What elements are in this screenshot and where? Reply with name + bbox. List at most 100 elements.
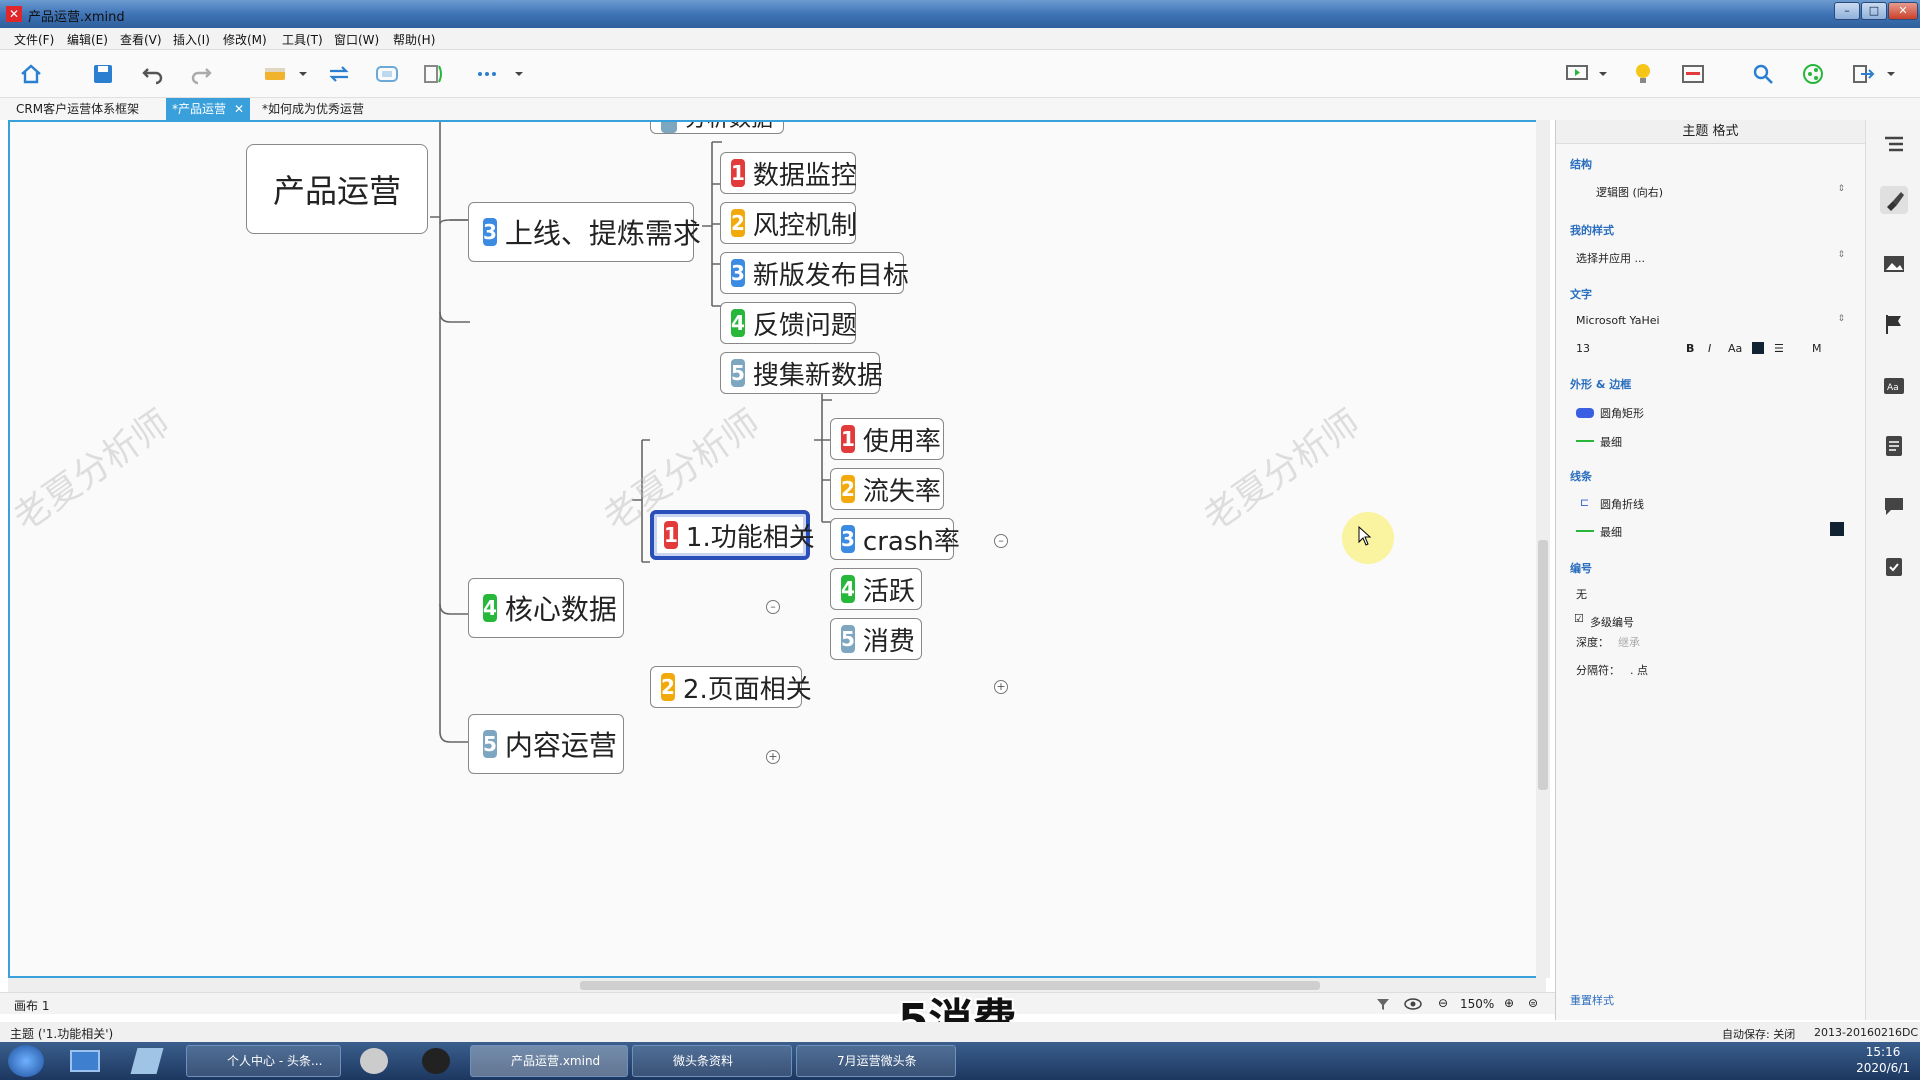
topic-core-data[interactable]: 4 核心数据 — [468, 578, 624, 638]
topic-content-operation[interactable]: 5 内容运营 — [468, 714, 624, 774]
separator-select[interactable]: . 点 — [1630, 662, 1648, 678]
pinned-app-icon[interactable] — [130, 1048, 164, 1074]
more-dropdown-icon[interactable] — [512, 62, 526, 86]
font-size-select[interactable]: 13 — [1576, 342, 1590, 355]
taskbar-qq-icon[interactable] — [422, 1048, 450, 1074]
outline-list-icon[interactable] — [1880, 130, 1908, 158]
numbering-select[interactable]: 无 — [1576, 586, 1587, 602]
summary-icon[interactable] — [422, 62, 448, 86]
relationship-icon[interactable] — [326, 62, 352, 86]
central-topic[interactable]: 产品运营 — [246, 144, 428, 234]
tab-close-icon[interactable]: ✕ — [234, 102, 244, 116]
undo-icon[interactable] — [140, 62, 166, 86]
menu-edit[interactable]: 编辑(E) — [67, 31, 108, 48]
text-case-button[interactable]: Aa — [1728, 342, 1742, 355]
sheet-tab[interactable]: 画布 1 — [14, 997, 49, 1014]
minimize-button[interactable]: – — [1834, 2, 1860, 20]
image-icon[interactable] — [1880, 250, 1908, 278]
topic-collect-data[interactable]: 5 搜集新数据 — [720, 352, 883, 394]
menu-window[interactable]: 窗口(W) — [334, 31, 379, 48]
font-style-icon[interactable]: Aa — [1880, 372, 1908, 400]
topic-feedback[interactable]: 4 反馈问题 — [720, 302, 857, 344]
tab-excellent-operator[interactable]: *如何成为优秀运营 — [256, 98, 370, 120]
line-color-swatch[interactable] — [1830, 522, 1844, 536]
bold-button[interactable]: B — [1686, 342, 1694, 355]
align-icon[interactable]: ☰ — [1774, 342, 1784, 355]
show-desktop-icon[interactable] — [70, 1050, 100, 1072]
vertical-scrollbar[interactable] — [1536, 120, 1550, 978]
topic-churn-rate[interactable]: 2 流失率 — [830, 468, 944, 510]
presentation-icon[interactable] — [1564, 62, 1590, 86]
more-text-button[interactable]: M — [1812, 342, 1822, 355]
save-icon[interactable] — [90, 62, 116, 86]
fit-view-icon[interactable]: ⊜ — [1528, 996, 1538, 1010]
more-icon[interactable] — [474, 62, 500, 86]
vertical-scrollbar-thumb[interactable] — [1538, 540, 1548, 790]
task-clipboard-icon[interactable] — [1880, 552, 1908, 580]
mindmap-canvas[interactable]: 老夏分析师 老夏分析师 老夏分析师 分析数据 产品运营 3上线、提炼需求 – 1… — [8, 120, 1546, 978]
menu-view[interactable]: 查看(V) — [120, 31, 162, 48]
menu-insert[interactable]: 插入(I) — [173, 31, 210, 48]
topic-data-monitoring[interactable]: 1 数据监控 — [720, 152, 857, 194]
reset-style-link[interactable]: 重置样式 — [1570, 992, 1614, 1008]
topic-active[interactable]: 4 活跃 — [830, 568, 922, 610]
topic-function-related[interactable]: 1 1.功能相关 — [650, 510, 815, 560]
mystyle-select-arrows-icon[interactable]: ⇕ — [1837, 250, 1845, 260]
line-style-select[interactable]: 圆角折线 — [1600, 496, 1644, 512]
multilevel-checkbox[interactable]: ☑ — [1574, 612, 1584, 625]
comment-icon[interactable] — [1880, 492, 1908, 520]
taskbar-folder-1[interactable]: 微头条资料 — [632, 1045, 792, 1077]
structure-select[interactable]: 逻辑图 (向右) — [1596, 184, 1663, 200]
notes-icon[interactable] — [1880, 432, 1908, 460]
topic-page-related[interactable]: 2 2.页面相关 — [650, 666, 812, 708]
share-icon[interactable] — [1800, 62, 1826, 86]
brainstorm-lightbulb-icon[interactable] — [1630, 62, 1656, 86]
topic-usage-rate[interactable]: 1 使用率 — [830, 418, 944, 460]
topic-risk-control[interactable]: 2 风控机制 — [720, 202, 857, 244]
collapse-toggle[interactable]: – — [994, 534, 1008, 548]
topic-analyze-data-partial[interactable]: 分析数据 — [650, 122, 784, 134]
eye-icon[interactable] — [1404, 997, 1422, 1011]
border-width-select[interactable]: 最细 — [1600, 434, 1622, 450]
collapse-toggle[interactable]: – — [766, 600, 780, 614]
tab-crm[interactable]: CRM客户运营体系框架 — [10, 98, 145, 120]
horizontal-scrollbar[interactable] — [8, 978, 1546, 992]
tab-product-operation[interactable]: *产品运营 ✕ — [166, 98, 251, 120]
system-clock[interactable]: 15:16 2020/6/1 — [1856, 1044, 1910, 1076]
expand-toggle[interactable]: + — [994, 680, 1008, 694]
export-icon[interactable] — [1850, 62, 1876, 86]
format-brush-icon[interactable] — [1880, 186, 1908, 214]
menu-tools[interactable]: 工具(T) — [282, 31, 323, 48]
taskbar-folder-2[interactable]: 7月运营微头条 — [796, 1045, 956, 1077]
topic-launch-requirements[interactable]: 3 上线、提炼需求 — [468, 202, 701, 262]
home-icon[interactable] — [18, 62, 44, 86]
menu-help[interactable]: 帮助(H) — [393, 31, 435, 48]
search-icon[interactable] — [1750, 62, 1776, 86]
export-dropdown-icon[interactable] — [1884, 62, 1898, 86]
zoom-in-icon[interactable]: ⊕ — [1504, 996, 1514, 1010]
maximize-button[interactable]: □ — [1861, 2, 1887, 20]
italic-button[interactable]: I — [1708, 342, 1711, 355]
start-button-icon[interactable] — [8, 1045, 44, 1077]
taskbar-browser[interactable]: 个人中心 - 头条... — [186, 1045, 341, 1077]
boundary-icon[interactable] — [374, 62, 400, 86]
structure-select-arrows-icon[interactable]: ⇕ — [1837, 184, 1845, 194]
presentation-dropdown-icon[interactable] — [1596, 62, 1610, 86]
mystyle-select[interactable]: 选择并应用 ... — [1576, 250, 1645, 266]
font-select-arrows-icon[interactable]: ⇕ — [1837, 314, 1845, 324]
outline-view-icon[interactable] — [1680, 62, 1706, 86]
autosave-status[interactable]: 自动保存: 关闭 — [1722, 1026, 1795, 1042]
flag-marker-icon[interactable] — [1880, 310, 1908, 338]
font-family-select[interactable]: Microsoft YaHei — [1576, 314, 1660, 327]
topic-consumption[interactable]: 5 消费 — [830, 618, 922, 660]
taskbar-xmind[interactable]: 产品运营.xmind — [470, 1045, 628, 1077]
insert-topic-icon[interactable] — [262, 62, 288, 86]
expand-toggle[interactable]: + — [766, 750, 780, 764]
menu-file[interactable]: 文件(F) — [14, 31, 54, 48]
taskbar-chat-icon[interactable] — [360, 1048, 388, 1074]
zoom-out-icon[interactable]: ⊖ — [1438, 996, 1448, 1010]
text-color-swatch[interactable] — [1752, 342, 1764, 354]
menu-modify[interactable]: 修改(M) — [223, 31, 267, 48]
insert-topic-dropdown-icon[interactable] — [296, 62, 310, 86]
close-button[interactable]: ✕ — [1888, 2, 1918, 20]
